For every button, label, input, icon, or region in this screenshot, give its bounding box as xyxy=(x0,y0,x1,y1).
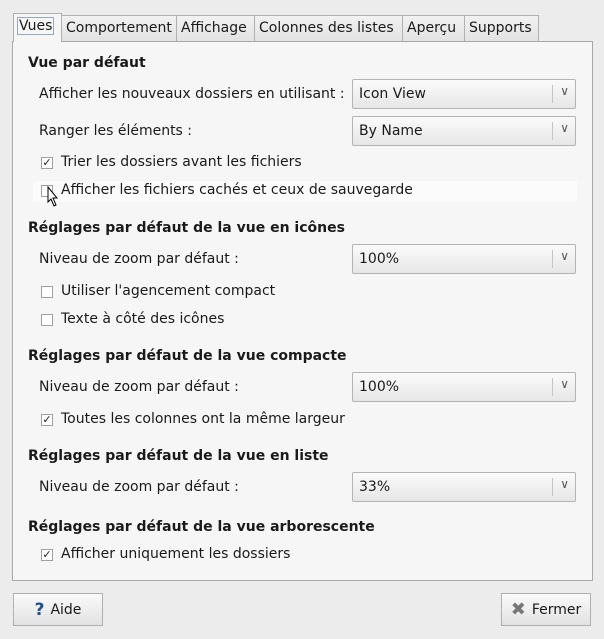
same-width-checkbox[interactable]: ✓ xyxy=(41,414,53,426)
icon-zoom-label: Niveau de zoom par défaut : xyxy=(39,251,239,267)
section-list-view: Réglages par défaut de la vue en liste xyxy=(28,448,329,464)
tab-affichage[interactable]: Affichage xyxy=(176,15,255,41)
select-value: 33% xyxy=(359,479,391,495)
sort-folders-checkbox[interactable]: ✓ xyxy=(41,157,53,169)
chevron-down-icon: ∨ xyxy=(560,477,569,491)
compact-zoom-label: Niveau de zoom par défaut : xyxy=(39,379,239,395)
help-button[interactable]: ? Aide xyxy=(13,593,103,626)
compact-layout-checkbox[interactable] xyxy=(41,286,53,298)
folders-only-checkbox[interactable]: ✓ xyxy=(41,549,53,561)
close-icon: ✖ xyxy=(510,599,526,620)
list-zoom-select[interactable]: 33% ∨ xyxy=(352,472,576,502)
chevron-down-icon: ∨ xyxy=(560,249,569,263)
text-beside-icons-checkbox[interactable] xyxy=(41,314,53,326)
new-folders-label: Afficher les nouveaux dossiers en utilis… xyxy=(39,86,345,102)
section-compact-view: Réglages par défaut de la vue compacte xyxy=(28,348,347,364)
same-width-label[interactable]: Toutes les colonnes ont la même largeur xyxy=(61,411,345,427)
tab-vues[interactable]: Vues xyxy=(13,13,62,42)
folders-only-label[interactable]: Afficher uniquement les dossiers xyxy=(61,546,290,562)
tab-comportement[interactable]: Comportement xyxy=(61,15,177,41)
chevron-down-icon: ∨ xyxy=(560,84,569,98)
select-value: Icon View xyxy=(359,86,426,102)
tab-colonnes[interactable]: Colonnes des listes xyxy=(254,15,403,41)
close-button[interactable]: ✖ Fermer xyxy=(501,593,591,626)
tab-label: Vues xyxy=(16,17,55,35)
text-beside-icons-label[interactable]: Texte à côté des icônes xyxy=(61,311,224,327)
icon-zoom-select[interactable]: 100% ∨ xyxy=(352,244,576,274)
help-icon: ? xyxy=(34,599,45,620)
select-value: By Name xyxy=(359,123,423,139)
mouse-cursor-icon xyxy=(47,186,59,207)
select-value: 100% xyxy=(359,379,400,395)
tab-supports[interactable]: Supports xyxy=(464,15,539,41)
section-default-view: Vue par défaut xyxy=(28,55,146,71)
compact-layout-label[interactable]: Utiliser l'agencement compact xyxy=(61,283,275,299)
sort-folders-label[interactable]: Trier les dossiers avant les fichiers xyxy=(61,154,302,170)
help-label: Aide xyxy=(50,601,82,618)
show-hidden-label[interactable]: Afficher les fichiers cachés et ceux de … xyxy=(61,182,413,198)
chevron-down-icon: ∨ xyxy=(560,121,569,135)
chevron-down-icon: ∨ xyxy=(560,377,569,391)
arrange-label: Ranger les éléments : xyxy=(39,123,193,139)
section-icon-view: Réglages par défaut de la vue en icônes xyxy=(28,220,345,236)
close-label: Fermer xyxy=(531,601,582,618)
tab-apercu[interactable]: Aperçu xyxy=(402,15,465,41)
compact-zoom-select[interactable]: 100% ∨ xyxy=(352,372,576,402)
new-folders-view-select[interactable]: Icon View ∨ xyxy=(352,79,576,109)
arrange-items-select[interactable]: By Name ∨ xyxy=(352,116,576,146)
select-value: 100% xyxy=(359,251,400,267)
list-zoom-label: Niveau de zoom par défaut : xyxy=(39,479,239,495)
section-tree-view: Réglages par défaut de la vue arborescen… xyxy=(28,519,375,535)
